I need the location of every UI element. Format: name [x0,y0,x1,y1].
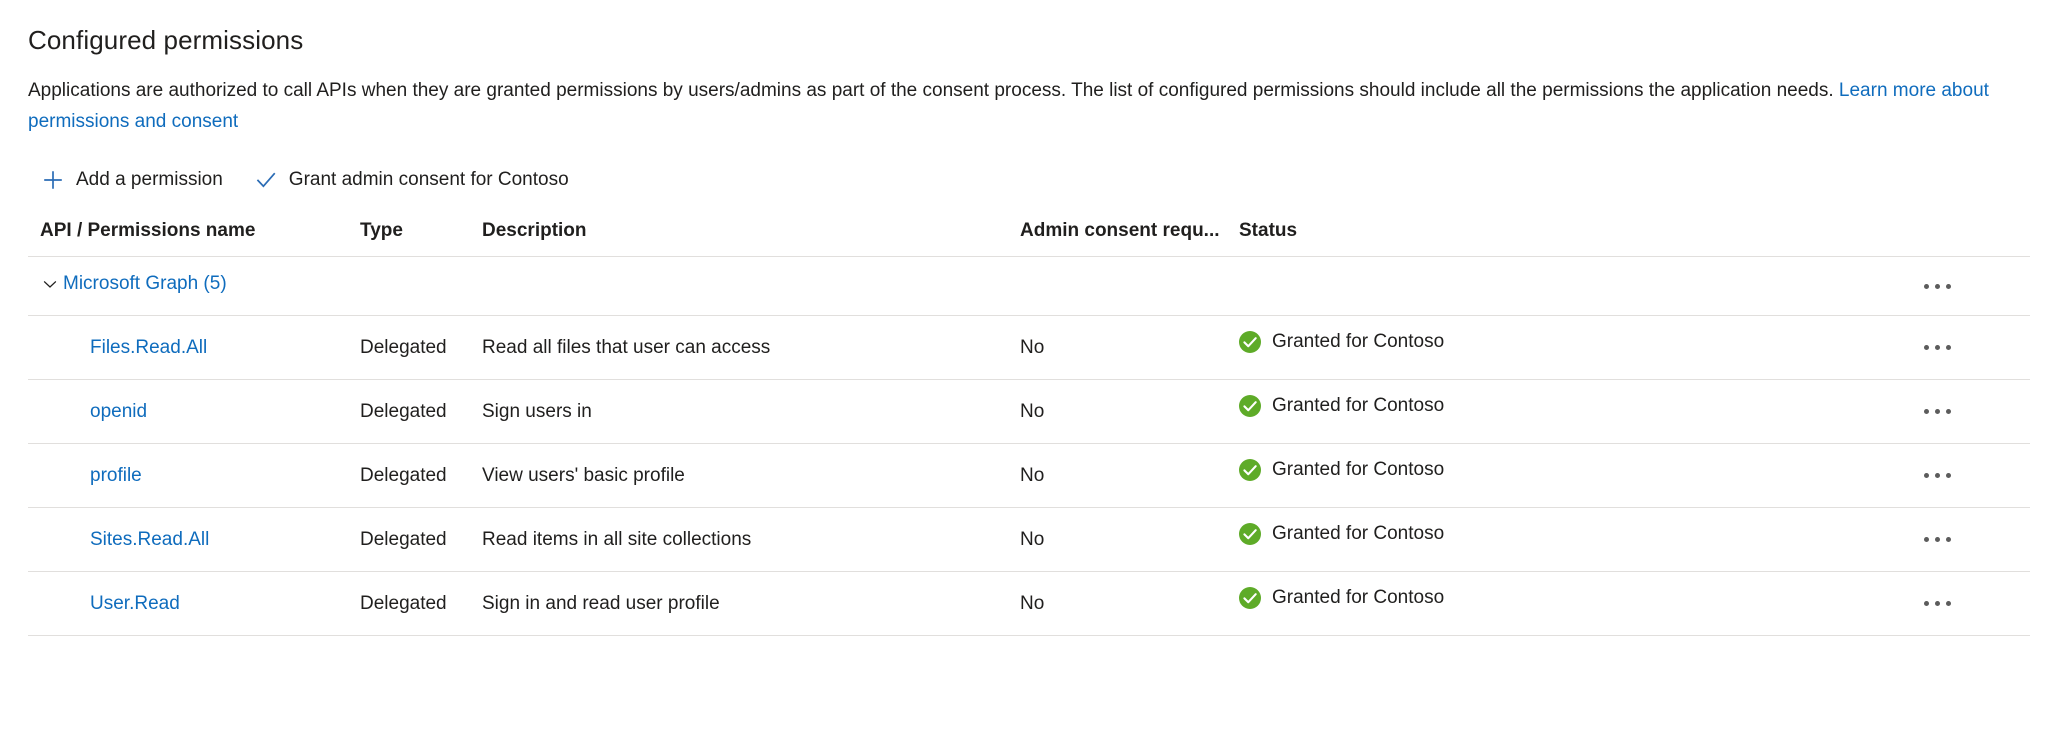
permission-name-link[interactable]: Files.Read.All [90,337,207,358]
permission-admin-consent-cell: No [1020,444,1238,508]
permission-name-link[interactable]: openid [90,401,147,422]
more-options-icon[interactable] [1914,527,1960,553]
permission-name-link[interactable]: Sites.Read.All [90,529,209,550]
add-a-permission-button[interactable]: Add a permission [40,164,225,196]
status-badge: Granted for Contoso [1238,394,1444,418]
permission-name-link[interactable]: User.Read [90,593,180,614]
permission-type-cell: Delegated [360,444,482,508]
permission-name-cell: Sites.Read.All [28,508,360,572]
permission-description-cell: Sign in and read user profile [482,572,1020,636]
column-header-description[interactable]: Description [482,220,1020,257]
permission-name-cell: User.Read [28,572,360,636]
status-badge: Granted for Contoso [1238,522,1444,546]
more-options-icon[interactable] [1914,591,1960,617]
add-a-permission-label: Add a permission [76,168,223,192]
permission-name-cell: profile [28,444,360,508]
check-circle-icon [1238,330,1262,354]
table-row[interactable]: profile Delegated View users' basic prof… [28,444,2030,508]
more-options-icon[interactable] [1914,273,1960,299]
table-header-row: API / Permissions name Type Description … [28,220,2030,257]
permission-description-cell: Read all files that user can access [482,316,1020,380]
check-circle-icon [1238,458,1262,482]
permission-type-cell: Delegated [360,316,482,380]
permission-admin-consent-cell: No [1020,380,1238,444]
api-group-label: Microsoft Graph (5) [63,273,227,295]
column-header-permissions-name[interactable]: API / Permissions name [28,220,360,257]
chevron-down-icon [40,274,60,294]
check-circle-icon [1238,522,1262,546]
permission-status-cell: Granted for Contoso [1238,380,1898,444]
plus-icon [42,169,64,191]
api-group-menu-cell [1898,257,2030,316]
permission-status-cell: Granted for Contoso [1238,572,1898,636]
table-row[interactable]: User.Read Delegated Sign in and read use… [28,572,2030,636]
permission-description-cell: View users' basic profile [482,444,1020,508]
permission-type-cell: Delegated [360,572,482,636]
permission-name-link[interactable]: profile [90,465,142,486]
permission-menu-cell [1898,444,2030,508]
status-badge: Granted for Contoso [1238,458,1444,482]
configured-permissions-table: API / Permissions name Type Description … [28,220,2030,636]
table-row[interactable]: Sites.Read.All Delegated Read items in a… [28,508,2030,572]
permission-menu-cell [1898,508,2030,572]
permission-type-cell: Delegated [360,380,482,444]
column-header-menu [1898,220,2030,257]
table-body: Microsoft Graph (5) Files.Read.All Deleg… [28,257,2030,636]
table-row[interactable]: Files.Read.All Delegated Read all files … [28,316,2030,380]
status-label: Granted for Contoso [1272,459,1444,481]
status-label: Granted for Contoso [1272,523,1444,545]
permission-status-cell: Granted for Contoso [1238,316,1898,380]
table-row[interactable]: openid Delegated Sign users in No Grante… [28,380,2030,444]
permission-admin-consent-cell: No [1020,572,1238,636]
permission-menu-cell [1898,572,2030,636]
status-label: Granted for Contoso [1272,395,1444,417]
more-options-icon[interactable] [1914,399,1960,425]
column-header-status[interactable]: Status [1238,220,1898,257]
grant-admin-consent-button[interactable]: Grant admin consent for Contoso [253,164,571,196]
checkmark-icon [255,169,277,191]
permission-type-cell: Delegated [360,508,482,572]
api-group-cell: Microsoft Graph (5) [28,257,1898,316]
permission-admin-consent-cell: No [1020,316,1238,380]
permission-menu-cell [1898,316,2030,380]
permission-admin-consent-cell: No [1020,508,1238,572]
status-label: Granted for Contoso [1272,587,1444,609]
permission-status-cell: Granted for Contoso [1238,508,1898,572]
table-header: API / Permissions name Type Description … [28,220,2030,257]
grant-admin-consent-label: Grant admin consent for Contoso [289,168,569,192]
column-header-type[interactable]: Type [360,220,482,257]
api-group-row[interactable]: Microsoft Graph (5) [28,257,2030,316]
status-badge: Granted for Contoso [1238,330,1444,354]
permission-description-cell: Sign users in [482,380,1020,444]
check-circle-icon [1238,394,1262,418]
api-group-toggle[interactable]: Microsoft Graph (5) [40,273,227,295]
column-header-admin-consent[interactable]: Admin consent requ... [1020,220,1238,257]
command-bar: Add a permission Grant admin consent for… [28,137,2060,196]
status-label: Granted for Contoso [1272,331,1444,353]
page-title: Configured permissions [28,0,2060,56]
more-options-icon[interactable] [1914,463,1960,489]
configured-permissions-page: Configured permissions Applications are … [0,0,2060,750]
permission-name-cell: Files.Read.All [28,316,360,380]
permission-menu-cell [1898,380,2030,444]
permission-status-cell: Granted for Contoso [1238,444,1898,508]
section-description-text: Applications are authorized to call APIs… [28,80,1839,101]
check-circle-icon [1238,586,1262,610]
permission-description-cell: Read items in all site collections [482,508,1020,572]
status-badge: Granted for Contoso [1238,586,1444,610]
more-options-icon[interactable] [1914,335,1960,361]
permission-name-cell: openid [28,380,360,444]
section-description: Applications are authorized to call APIs… [28,56,2038,137]
